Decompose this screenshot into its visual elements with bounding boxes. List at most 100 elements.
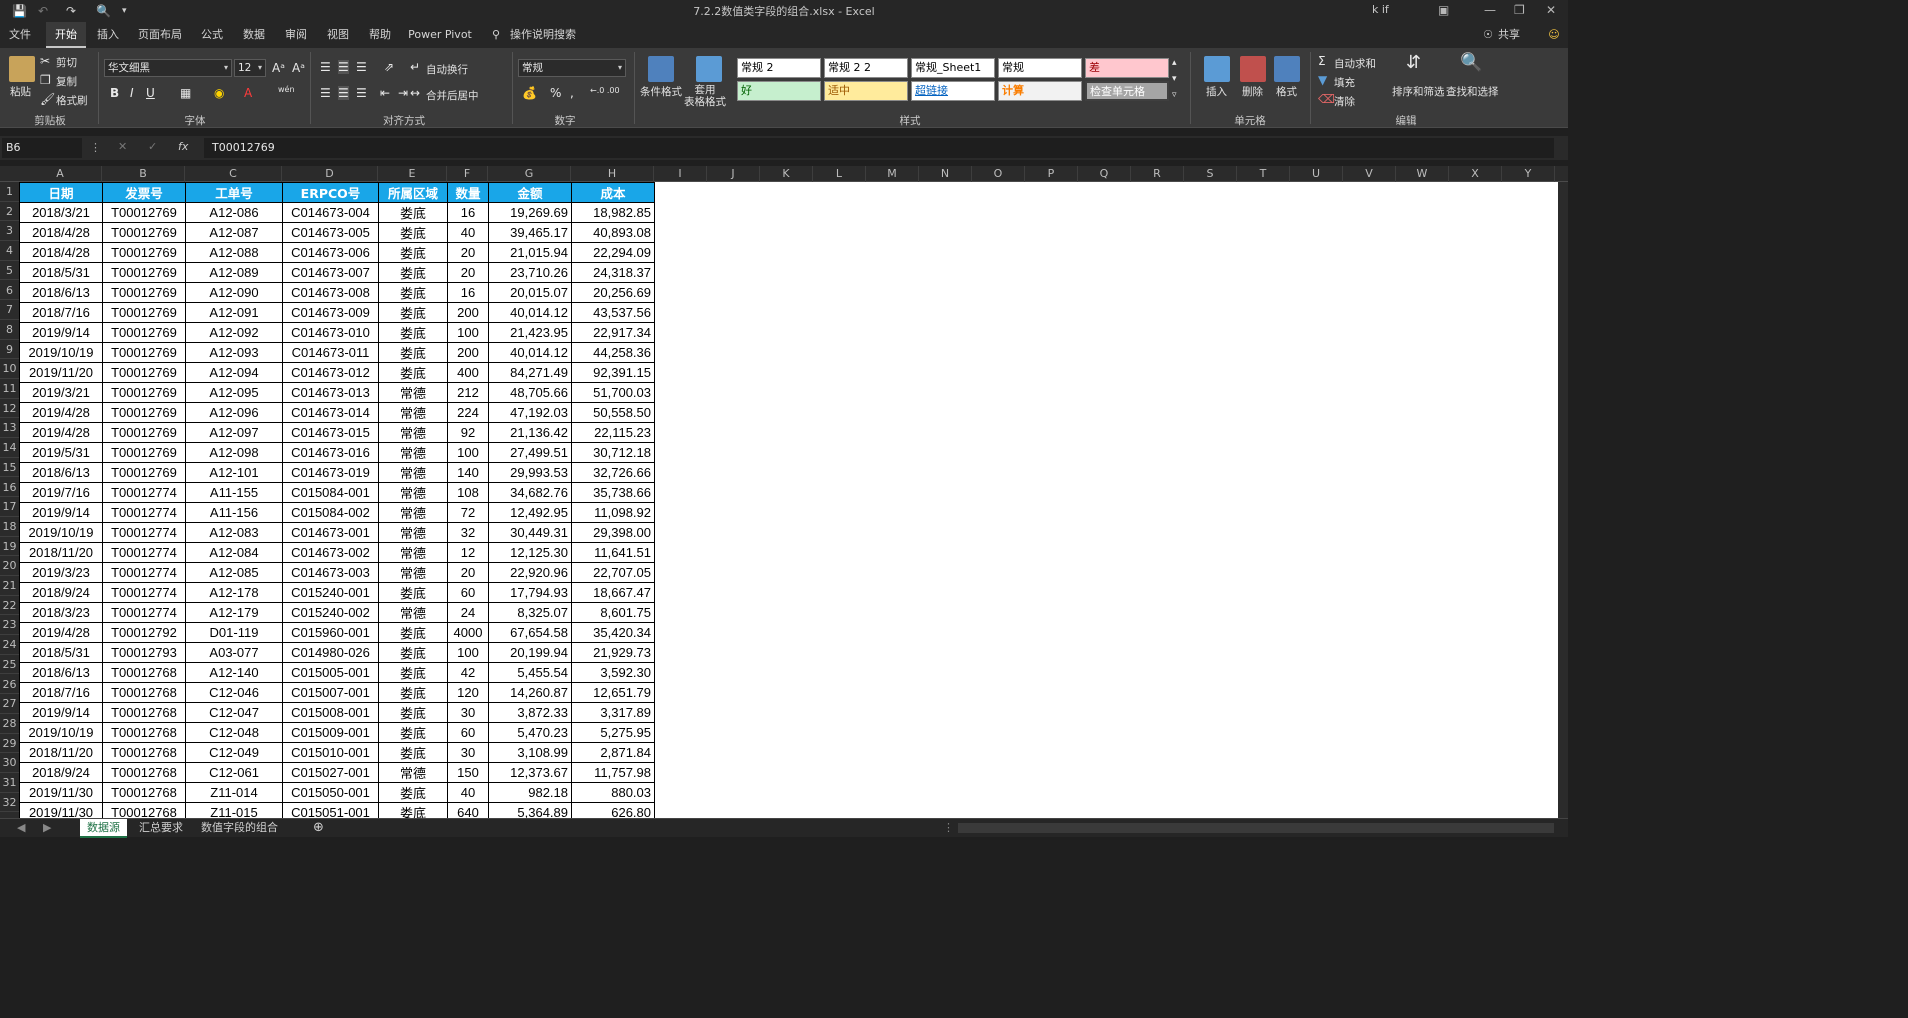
fill-icon[interactable]: ▼: [1318, 73, 1327, 87]
find-select-button[interactable]: 查找和选择: [1446, 84, 1499, 99]
row-header[interactable]: 12: [0, 399, 19, 419]
table-cell[interactable]: T00012792: [102, 622, 186, 643]
insert-cells-icon[interactable]: [1204, 56, 1230, 82]
underline-button[interactable]: U: [146, 86, 155, 100]
table-cell[interactable]: 400: [447, 362, 489, 383]
phonetic-button[interactable]: wén: [278, 85, 295, 94]
column-header-a[interactable]: A: [19, 166, 102, 182]
increase-font-icon[interactable]: Aᵃ: [272, 61, 285, 75]
table-cell[interactable]: C015007-001: [282, 682, 379, 703]
paste-button[interactable]: 粘贴: [10, 84, 31, 99]
increase-decimal-button[interactable]: ←.0 .00: [590, 86, 620, 95]
table-cell[interactable]: 常德: [378, 502, 448, 523]
insert-cells-button[interactable]: 插入: [1206, 84, 1227, 99]
copy-icon[interactable]: ❐: [40, 73, 51, 87]
table-cell[interactable]: C014673-003: [282, 562, 379, 583]
table-cell[interactable]: T00012768: [102, 782, 186, 803]
column-header-p[interactable]: P: [1025, 166, 1078, 182]
table-cell[interactable]: C014673-008: [282, 282, 379, 303]
table-cell[interactable]: 2019/5/31: [19, 442, 103, 463]
table-cell[interactable]: C014673-005: [282, 222, 379, 243]
table-cell[interactable]: T00012769: [102, 322, 186, 343]
table-cell[interactable]: 11,641.51: [571, 542, 655, 563]
column-header-i[interactable]: I: [654, 166, 707, 182]
column-header-c[interactable]: C: [185, 166, 282, 182]
row-header[interactable]: 32: [0, 793, 19, 813]
align-middle-icon[interactable]: ☰: [338, 60, 349, 74]
row-header[interactable]: 7: [0, 300, 19, 320]
table-cell[interactable]: 17,794.93: [488, 582, 572, 603]
next-sheet-icon[interactable]: ▶: [36, 819, 58, 838]
table-cell[interactable]: 4000: [447, 622, 489, 643]
table-cell[interactable]: T00012768: [102, 662, 186, 683]
table-cell[interactable]: 3,592.30: [571, 662, 655, 683]
column-header-t[interactable]: T: [1237, 166, 1290, 182]
table-cell[interactable]: T00012769: [102, 462, 186, 483]
table-cell[interactable]: C014673-013: [282, 382, 379, 403]
table-cell[interactable]: A12-092: [185, 322, 283, 343]
table-cell[interactable]: T00012768: [102, 802, 186, 818]
table-cell[interactable]: 20: [447, 562, 489, 583]
table-cell[interactable]: A11-155: [185, 482, 283, 503]
table-cell[interactable]: 娄底: [378, 242, 448, 263]
table-cell[interactable]: T00012769: [102, 422, 186, 443]
table-cell[interactable]: 40: [447, 782, 489, 803]
align-left-icon[interactable]: ☰: [320, 86, 331, 100]
table-cell[interactable]: A12-089: [185, 262, 283, 283]
table-cell[interactable]: T00012768: [102, 682, 186, 703]
table-cell[interactable]: A12-087: [185, 222, 283, 243]
align-top-icon[interactable]: ☰: [320, 60, 331, 74]
table-cell[interactable]: 120: [447, 682, 489, 703]
table-cell[interactable]: C014980-026: [282, 642, 379, 663]
table-cell[interactable]: C015005-001: [282, 662, 379, 683]
table-cell[interactable]: T00012774: [102, 502, 186, 523]
table-cell[interactable]: A12-093: [185, 342, 283, 363]
table-cell[interactable]: 44,258.36: [571, 342, 655, 363]
table-cell[interactable]: 982.18: [488, 782, 572, 803]
align-right-icon[interactable]: ☰: [356, 86, 367, 100]
table-cell[interactable]: 娄底: [378, 582, 448, 603]
table-cell[interactable]: 12,651.79: [571, 682, 655, 703]
close-icon[interactable]: ✕: [1546, 3, 1556, 17]
table-cell[interactable]: 常德: [378, 402, 448, 423]
table-cell[interactable]: 娄底: [378, 802, 448, 818]
table-cell[interactable]: 娄底: [378, 642, 448, 663]
style-check-cell[interactable]: 检查单元格: [1085, 81, 1169, 101]
table-cell[interactable]: 常德: [378, 442, 448, 463]
table-cell[interactable]: 12,373.67: [488, 762, 572, 783]
table-cell[interactable]: 50,558.50: [571, 402, 655, 423]
column-header-m[interactable]: M: [866, 166, 919, 182]
row-header[interactable]: 3: [0, 221, 19, 242]
merge-center-icon[interactable]: ↔: [410, 86, 420, 100]
row-header[interactable]: 30: [0, 753, 19, 773]
row-header[interactable]: 28: [0, 714, 19, 734]
table-cell[interactable]: 24: [447, 602, 489, 623]
table-cell[interactable]: 29,993.53: [488, 462, 572, 483]
table-cell[interactable]: 20: [447, 262, 489, 283]
row-header[interactable]: 4: [0, 241, 19, 261]
conditional-format-icon[interactable]: [648, 56, 674, 82]
table-cell[interactable]: 2018/3/23: [19, 602, 103, 623]
table-cell[interactable]: A03-077: [185, 642, 283, 663]
table-cell[interactable]: 19,269.69: [488, 202, 572, 223]
cut-button[interactable]: 剪切: [56, 55, 77, 70]
table-cell[interactable]: C015240-001: [282, 582, 379, 603]
table-cell[interactable]: 30: [447, 742, 489, 763]
table-cell[interactable]: 12: [447, 542, 489, 563]
table-cell[interactable]: 常德: [378, 602, 448, 623]
table-cell[interactable]: 娄底: [378, 662, 448, 683]
table-cell[interactable]: 娄底: [378, 282, 448, 303]
table-cell[interactable]: 880.03: [571, 782, 655, 803]
table-cell[interactable]: A12-101: [185, 462, 283, 483]
format-cells-button[interactable]: 格式: [1276, 84, 1297, 99]
tab-home[interactable]: 开始: [46, 22, 86, 48]
table-cell[interactable]: 2019/4/28: [19, 422, 103, 443]
table-cell[interactable]: 100: [447, 442, 489, 463]
insert-function-button[interactable]: fx: [178, 140, 188, 153]
table-cell[interactable]: 21,423.95: [488, 322, 572, 343]
table-cell[interactable]: A12-140: [185, 662, 283, 683]
smiley-icon[interactable]: ☺: [1544, 22, 1564, 48]
row-header[interactable]: 1: [0, 182, 19, 202]
table-cell[interactable]: 2019/9/14: [19, 322, 103, 343]
row-header[interactable]: 16: [0, 478, 19, 498]
